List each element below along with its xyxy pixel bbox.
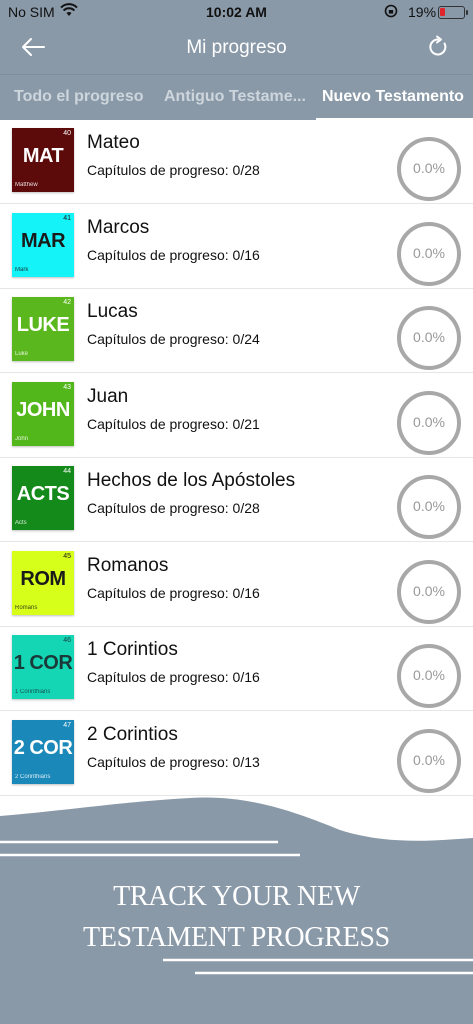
- book-number: 47: [63, 721, 71, 729]
- book-number: 45: [63, 552, 71, 560]
- book-name: Juan: [87, 385, 129, 407]
- battery-icon: [438, 6, 468, 19]
- book-row[interactable]: 40 MAT Matthew Mateo Capítulos de progre…: [0, 120, 473, 204]
- book-number: 41: [63, 214, 71, 222]
- chapter-progress: Capítulos de progreso: 0/21: [87, 415, 260, 432]
- book-name: Mateo: [87, 132, 140, 153]
- progress-percent: 0.0%: [413, 413, 445, 430]
- book-abbreviation: MAR: [20, 229, 66, 252]
- book-row[interactable]: 46 1 COR 1 Corinthians 1 Corintios Capít…: [0, 627, 473, 711]
- book-abbreviation: JOHN: [16, 398, 70, 421]
- book-abbreviation: MAT: [22, 145, 64, 167]
- status-bar: No SIM 10:02 AM 19%: [0, 0, 473, 26]
- tab-all-progress[interactable]: Todo el progreso: [14, 75, 143, 121]
- book-english-name: 1 Corinthians: [15, 689, 51, 695]
- book-number: 40: [63, 130, 71, 137]
- chapter-progress: Capítulos de progreso: 0/13: [87, 753, 260, 770]
- book-abbreviation: 1 COR: [13, 652, 73, 674]
- book-cover: 47 2 COR 2 Corinthians: [12, 719, 74, 784]
- refresh-button[interactable]: [426, 35, 450, 64]
- progress-percent: 0.0%: [413, 582, 445, 599]
- clock: 10:02 AM: [206, 4, 267, 20]
- progress-percent: 0.0%: [413, 498, 445, 514]
- book-name: Lucas: [87, 301, 138, 322]
- book-row[interactable]: 42 LUKE Luke Lucas Capítulos de progreso…: [0, 289, 473, 373]
- book-name: Marcos: [87, 216, 150, 238]
- book-cover: 45 ROM Romans: [12, 550, 74, 615]
- tab-new-testament[interactable]: Nuevo Testamento: [322, 75, 464, 121]
- progress-percent: 0.0%: [413, 329, 445, 345]
- progress-ring: 0.0%: [397, 306, 461, 370]
- book-number: 42: [63, 299, 71, 306]
- tab-bar: Todo el progreso Antiguo Testame... Nuev…: [0, 74, 473, 121]
- battery-percent: 19%: [408, 4, 437, 20]
- progress-percent: 0.0%: [413, 244, 445, 261]
- promo-line-1: TRACK YOUR NEW: [113, 881, 360, 912]
- progress-ring: 0.0%: [397, 221, 461, 286]
- promo-headline: TRACK YOUR NEW TESTAMENT PROGRESS: [0, 876, 473, 958]
- book-cover: 42 LUKE Luke: [12, 297, 74, 361]
- rotation-lock-icon: [384, 4, 398, 21]
- book-row[interactable]: 44 ACTS Acts Hechos de los Apóstoles Cap…: [0, 458, 473, 542]
- book-name: 1 Corintios: [87, 639, 178, 660]
- book-english-name: Mark: [15, 266, 29, 273]
- book-english-name: John: [15, 435, 29, 442]
- chapter-progress: Capítulos de progreso: 0/24: [87, 331, 260, 347]
- tab-old-testament[interactable]: Antiguo Testame...: [164, 75, 312, 121]
- book-name: Romanos: [87, 554, 169, 576]
- refresh-icon: [429, 35, 447, 56]
- book-english-name: Acts: [15, 520, 27, 526]
- chapter-progress: Capítulos de progreso: 0/16: [87, 246, 260, 263]
- book-number: 43: [63, 383, 71, 391]
- book-english-name: Matthew: [15, 182, 38, 188]
- book-name: 2 Corintios: [87, 723, 178, 745]
- progress-percent: 0.0%: [413, 667, 445, 683]
- chapter-progress: Capítulos de progreso: 0/28: [87, 500, 260, 516]
- book-english-name: Luke: [15, 351, 29, 357]
- book-abbreviation: ROM: [20, 567, 66, 590]
- book-cover: 41 MAR Mark: [12, 212, 74, 277]
- book-cover: 44 ACTS Acts: [12, 466, 74, 530]
- progress-ring: 0.0%: [397, 559, 461, 624]
- book-cover: 43 JOHN John: [12, 381, 74, 446]
- chapter-progress: Capítulos de progreso: 0/16: [87, 584, 260, 601]
- progress-percent: 0.0%: [413, 751, 445, 768]
- progress-ring: 0.0%: [397, 390, 461, 455]
- page-title: Mi progreso: [186, 37, 287, 58]
- book-cover: 46 1 COR 1 Corinthians: [12, 635, 74, 699]
- progress-ring: 0.0%: [397, 644, 461, 708]
- nav-bar: Mi progreso: [0, 26, 473, 74]
- book-number: 44: [63, 468, 71, 475]
- book-abbreviation: ACTS: [16, 483, 70, 505]
- book-english-name: Romans: [15, 604, 38, 611]
- book-english-name: 2 Corinthians: [15, 773, 51, 780]
- chapter-progress: Capítulos de progreso: 0/28: [87, 162, 260, 178]
- promo-banner: TRACK YOUR NEW TESTAMENT PROGRESS: [0, 780, 473, 1024]
- book-abbreviation: LUKE: [16, 314, 70, 336]
- progress-percent: 0.0%: [413, 160, 445, 176]
- book-cover: 40 MAT Matthew: [12, 128, 74, 192]
- book-row[interactable]: 45 ROM Romans Romanos Capítulos de progr…: [0, 542, 473, 627]
- progress-ring: 0.0%: [397, 137, 461, 201]
- book-row[interactable]: 41 MAR Mark Marcos Capítulos de progreso…: [0, 204, 473, 289]
- book-name: Hechos de los Apóstoles: [87, 470, 296, 491]
- chapter-progress: Capítulos de progreso: 0/16: [87, 669, 260, 685]
- progress-ring: 0.0%: [397, 475, 461, 539]
- book-row[interactable]: 43 JOHN John Juan Capítulos de progreso:…: [0, 373, 473, 458]
- book-abbreviation: 2 COR: [13, 736, 73, 759]
- book-number: 46: [63, 637, 71, 644]
- promo-line-2: TESTAMENT PROGRESS: [83, 922, 390, 953]
